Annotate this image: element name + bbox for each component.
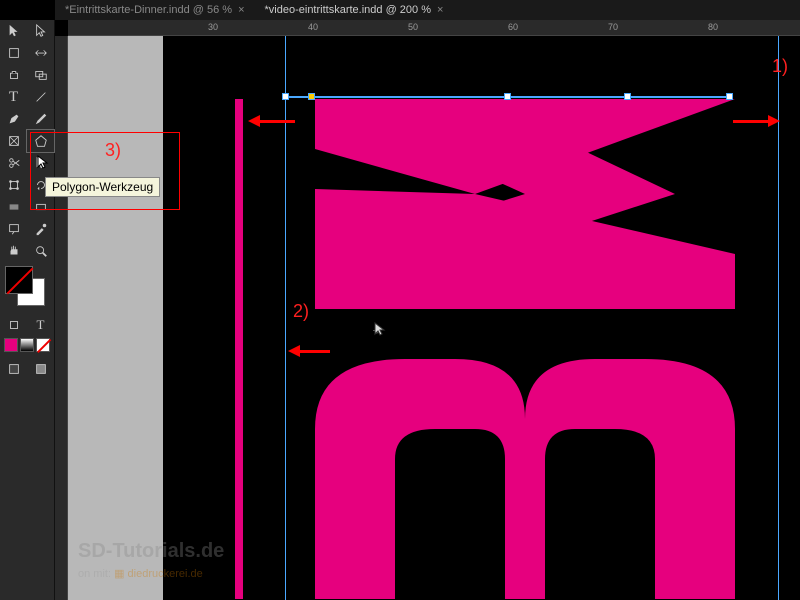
annotation-label: 1) — [772, 56, 788, 77]
selection-handle[interactable] — [504, 93, 511, 100]
page-tool[interactable] — [0, 42, 27, 64]
ruler-tick: 40 — [308, 22, 318, 32]
fill-stroke-swatch[interactable] — [5, 266, 49, 310]
tooltip: Polygon-Werkzeug — [45, 177, 160, 197]
fill-swatch[interactable] — [5, 266, 33, 294]
gap-tool[interactable] — [27, 42, 54, 64]
selection-handle-ref[interactable] — [308, 93, 315, 100]
apply-none-swatch[interactable] — [36, 338, 50, 352]
formatting-container-icon[interactable] — [0, 314, 27, 336]
eyedropper-tool[interactable] — [27, 218, 54, 240]
close-icon[interactable]: × — [238, 4, 244, 16]
watermark: SD-Tutorials.de on mit: ▦ diedruckerei.d… — [78, 540, 224, 580]
annotation-label: 3) — [105, 140, 121, 161]
document-tab-active[interactable]: *video-eintrittskarte.indd @ 200 % × — [255, 2, 454, 18]
type-tool[interactable]: T — [0, 86, 27, 108]
close-icon[interactable]: × — [437, 4, 443, 16]
direct-selection-tool[interactable] — [27, 20, 54, 42]
selection-handle[interactable] — [282, 93, 289, 100]
ruler-vertical[interactable] — [55, 36, 68, 600]
artwork-group — [235, 99, 800, 599]
tab-label: *Eintrittskarte-Dinner.indd @ 56 % — [65, 4, 232, 16]
scissors-tool[interactable] — [0, 152, 27, 174]
selection-handle[interactable] — [726, 93, 733, 100]
watermark-main: SD-Tutorials.de — [78, 540, 224, 563]
view-mode-preview[interactable] — [27, 358, 54, 380]
ruler-tick: 60 — [508, 22, 518, 32]
ruler-tick: 80 — [708, 22, 718, 32]
formatting-text-icon[interactable]: T — [27, 314, 54, 336]
view-mode-normal[interactable] — [0, 358, 27, 380]
content-collector-tool[interactable] — [0, 64, 27, 86]
ruler-tick: 50 — [408, 22, 418, 32]
document-tab[interactable]: *Eintrittskarte-Dinner.indd @ 56 % × — [55, 2, 255, 18]
ruler-tick: 70 — [608, 22, 618, 32]
apply-color-row — [0, 336, 54, 354]
pencil-tool[interactable] — [27, 108, 54, 130]
selection-tool[interactable] — [0, 20, 27, 42]
gradient-swatch-tool[interactable] — [0, 196, 27, 218]
tool-palette: T T — [0, 20, 55, 600]
cursor-pointer-icon — [37, 155, 49, 176]
ruler-horizontal[interactable]: 30 40 50 60 70 80 90 — [68, 20, 800, 36]
rectangle-frame-tool[interactable] — [0, 130, 27, 152]
zoom-tool[interactable] — [27, 240, 54, 262]
ruler-tick: 30 — [208, 22, 218, 32]
watermark-sub: on mit: ▦ diedruckerei.de — [78, 567, 224, 580]
document-tab-bar: *Eintrittskarte-Dinner.indd @ 56 % × *vi… — [55, 0, 800, 20]
cursor-pointer-icon — [374, 322, 386, 341]
document-canvas[interactable]: 1) 2) ⌖ SD-Tutorials.de on mit: ▦ diedru… — [68, 36, 800, 600]
pasteboard-area — [68, 36, 163, 600]
pen-tool[interactable] — [0, 108, 27, 130]
selection-handle[interactable] — [624, 93, 631, 100]
letter-k-shape — [315, 99, 735, 309]
line-tool[interactable] — [27, 86, 54, 108]
hand-tool[interactable] — [0, 240, 27, 262]
apply-gradient-swatch[interactable] — [20, 338, 34, 352]
content-placer-tool[interactable] — [27, 64, 54, 86]
apply-color-swatch[interactable] — [4, 338, 18, 352]
free-transform-tool[interactable] — [0, 174, 27, 196]
pink-shape — [235, 99, 243, 599]
annotation-label: 2) — [293, 301, 309, 322]
note-tool[interactable] — [0, 218, 27, 240]
letter-r-shape — [315, 359, 735, 599]
tab-label: *video-eintrittskarte.indd @ 200 % — [265, 4, 431, 16]
